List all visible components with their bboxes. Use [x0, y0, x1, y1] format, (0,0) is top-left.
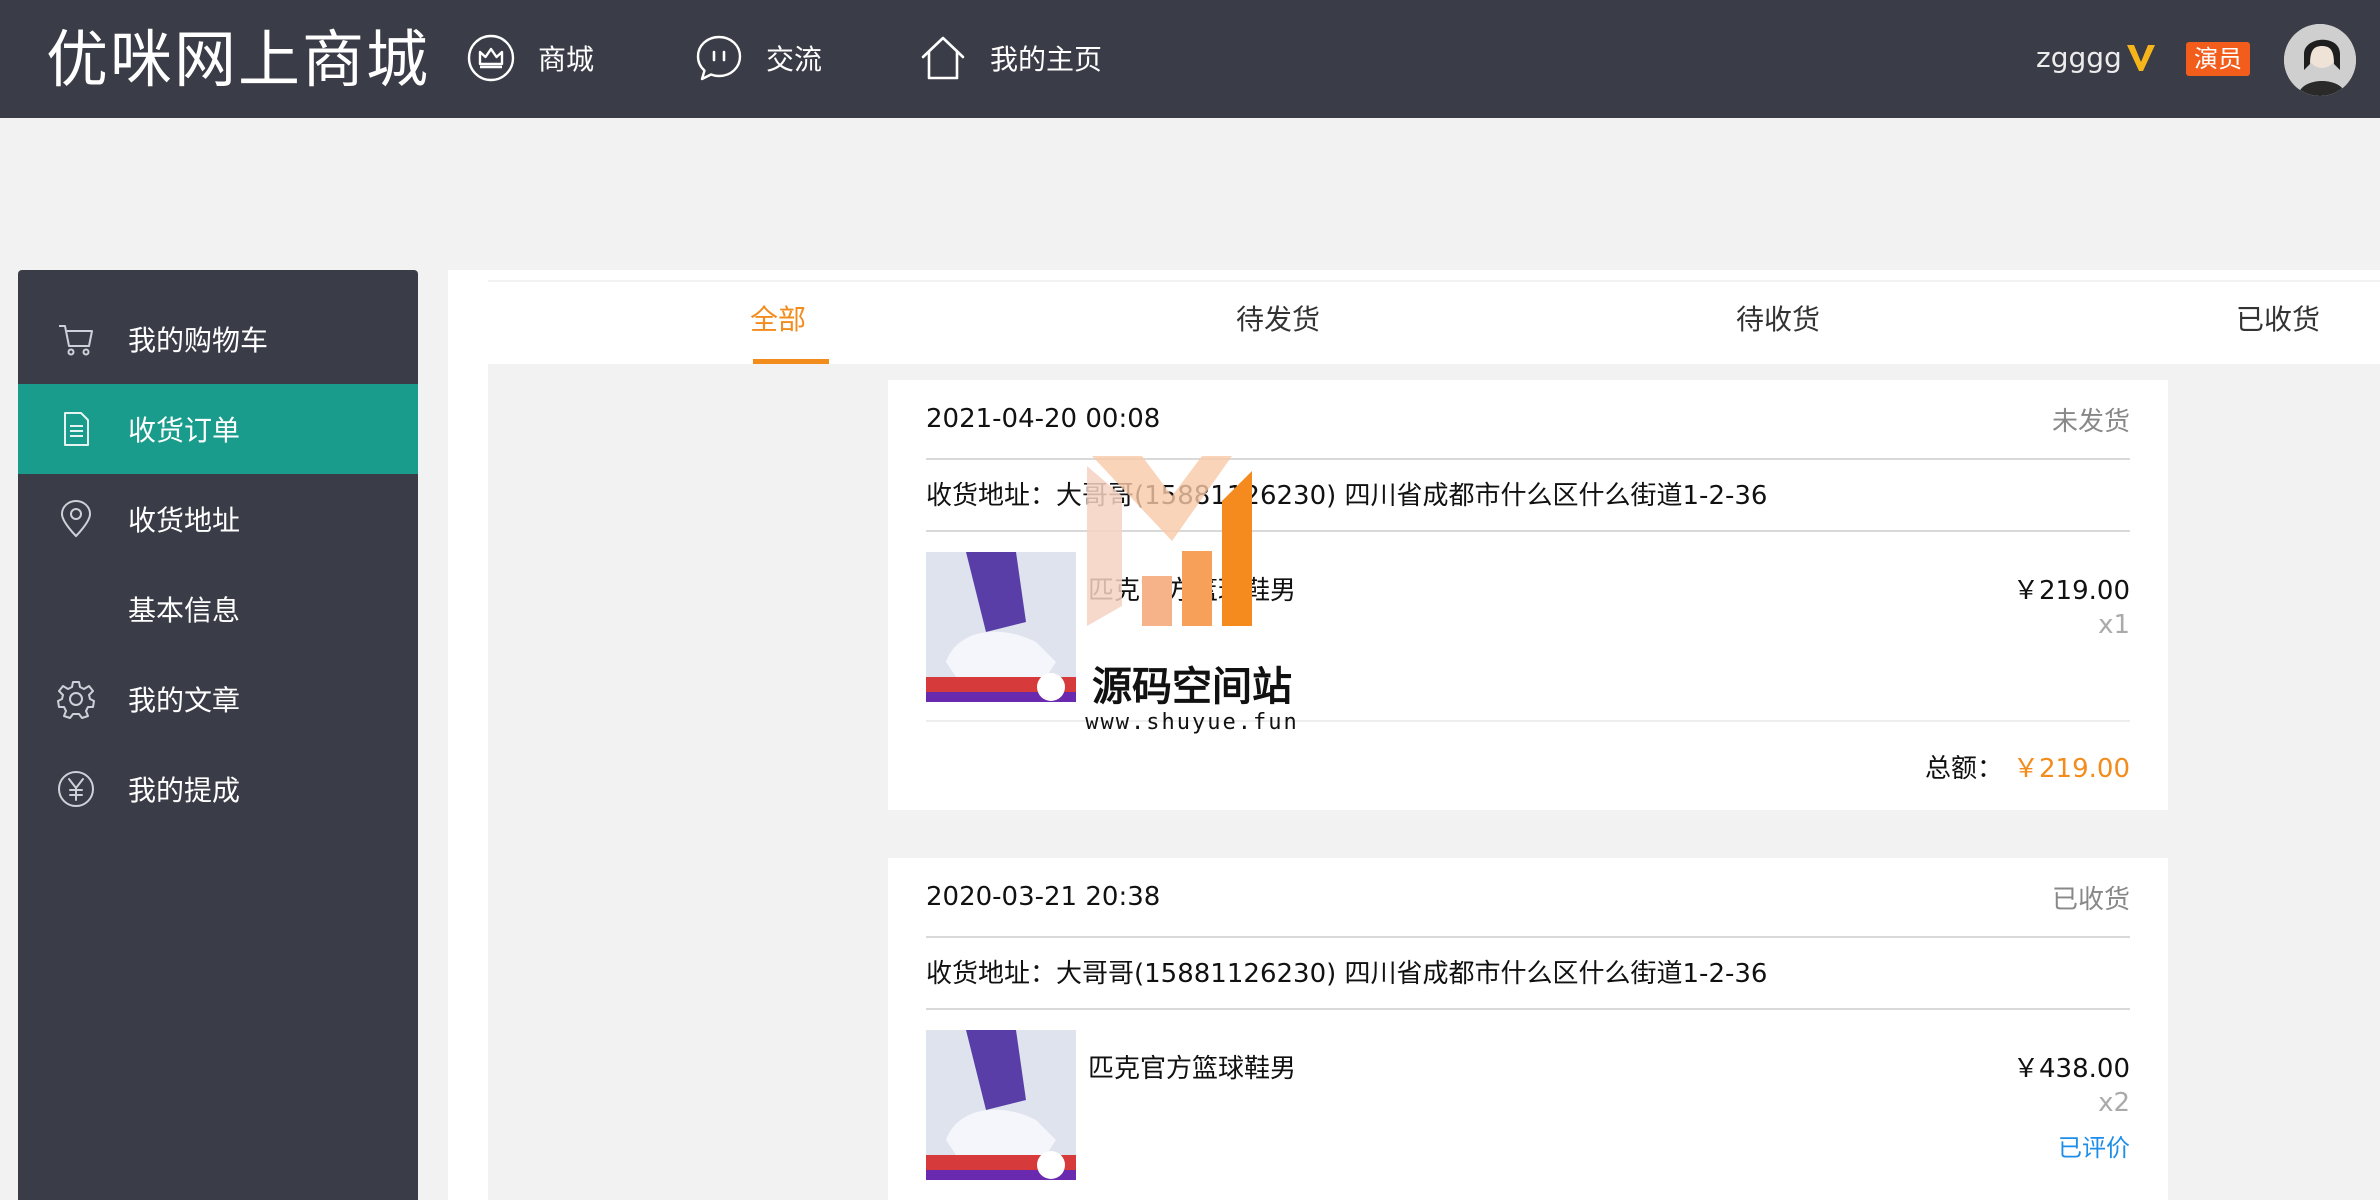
- tab-pending-receipt[interactable]: 待收货: [1688, 282, 1868, 362]
- product-name[interactable]: 匹克官方篮球鞋男: [1088, 570, 1296, 607]
- order-card: 2021-04-20 00:08 未发货 收货地址：大哥哥(1588112623…: [888, 380, 2168, 810]
- gear-icon: [54, 677, 98, 721]
- order-total: 总额： ￥219.00: [926, 722, 2130, 810]
- sidebar-item-label: 收货订单: [128, 414, 241, 447]
- order-product: 匹克官方篮球鞋男 ￥219.00 x1: [926, 532, 2130, 722]
- tab-pending-shipment[interactable]: 待发货: [1188, 282, 1368, 362]
- cart-icon: [54, 317, 98, 361]
- review-link[interactable]: 已评价: [2058, 1128, 2130, 1163]
- order-header: 2020-03-21 20:38 已收货: [926, 858, 2130, 938]
- order-header: 2021-04-20 00:08 未发货: [926, 380, 2130, 460]
- sidebar-item-label: 我的提成: [128, 774, 241, 807]
- nav-chat-label: 交流: [766, 43, 823, 76]
- sidebar-item-commission[interactable]: 我的提成: [18, 744, 418, 834]
- product-quantity: x1: [2098, 610, 2130, 640]
- order-product: 匹克官方篮球鞋男 ￥438.00 x2 已评价: [926, 1010, 2130, 1200]
- product-quantity: x2: [2098, 1088, 2130, 1118]
- sidebar-item-label: 基本信息: [128, 594, 241, 627]
- tab-received[interactable]: 已收货: [2188, 282, 2368, 362]
- chat-bubble-icon: [694, 33, 744, 83]
- nav-shop-label: 商城: [538, 43, 595, 76]
- avatar[interactable]: [2284, 24, 2356, 96]
- yen-circle-icon: [54, 767, 98, 811]
- order-status: 已收货: [2051, 884, 2130, 915]
- order-date: 2021-04-20 00:08: [926, 404, 1161, 434]
- product-price: ￥219.00: [2013, 576, 2130, 606]
- role-badge: 演员: [2186, 42, 2250, 76]
- order-status: 未发货: [2051, 406, 2130, 437]
- sidebar-item-articles[interactable]: 我的文章: [18, 654, 418, 744]
- nav-home[interactable]: 我的主页: [918, 30, 1102, 86]
- nav-chat[interactable]: 交流: [694, 30, 822, 86]
- sidebar-item-cart[interactable]: 我的购物车: [18, 294, 418, 384]
- home-icon: [918, 33, 968, 83]
- sidebar-item-label: 收货地址: [128, 504, 241, 537]
- order-address: 收货地址：大哥哥(15881126230) 四川省成都市什么区什么街道1-2-3…: [926, 460, 2130, 532]
- top-nav-bar: 优咪网上商城 商城 交流 我的主页 zgggg 演员: [0, 0, 2380, 118]
- nav-shop[interactable]: 商城: [466, 30, 594, 86]
- order-card: 2020-03-21 20:38 已收货 收货地址：大哥哥(1588112623…: [888, 858, 2168, 1200]
- sidebar-item-address[interactable]: 收货地址: [18, 474, 418, 564]
- order-total-amount: ￥219.00: [2013, 753, 2130, 784]
- crown-icon: [466, 33, 516, 83]
- nav-home-label: 我的主页: [990, 43, 1103, 76]
- sidebar-item-label: 我的购物车: [128, 324, 269, 357]
- brand-logo[interactable]: 优咪网上商城: [46, 20, 430, 100]
- tab-all[interactable]: 全部: [688, 282, 868, 364]
- sidebar-item-label: 我的文章: [128, 684, 241, 717]
- product-name[interactable]: 匹克官方篮球鞋男: [1088, 1048, 1296, 1085]
- order-date: 2020-03-21 20:38: [926, 882, 1161, 912]
- vip-v-icon: [2127, 45, 2155, 71]
- product-image[interactable]: [926, 552, 1076, 702]
- order-tabs: 全部 待发货 待收货 已收货: [488, 280, 2380, 364]
- user-name[interactable]: zgggg: [2036, 38, 2122, 78]
- sidebar-item-orders[interactable]: 收货订单: [18, 384, 418, 474]
- sidebar-item-basic-info[interactable]: 基本信息: [18, 564, 418, 654]
- product-image[interactable]: [926, 1030, 1076, 1180]
- order-list: 2021-04-20 00:08 未发货 收货地址：大哥哥(1588112623…: [488, 364, 2380, 1200]
- document-icon: [54, 407, 98, 451]
- sidebar: 我的购物车 收货订单 收货地址 基本信息 我的文章 我的提成: [18, 270, 418, 1200]
- main-panel: 全部 待发货 待收货 已收货 2021-04-20 00:08 未发货 收货地址…: [448, 270, 2380, 1200]
- product-price: ￥438.00: [2013, 1054, 2130, 1084]
- location-pin-icon: [54, 497, 98, 541]
- order-total-label: 总额：: [1925, 753, 2004, 784]
- order-address: 收货地址：大哥哥(15881126230) 四川省成都市什么区什么街道1-2-3…: [926, 938, 2130, 1010]
